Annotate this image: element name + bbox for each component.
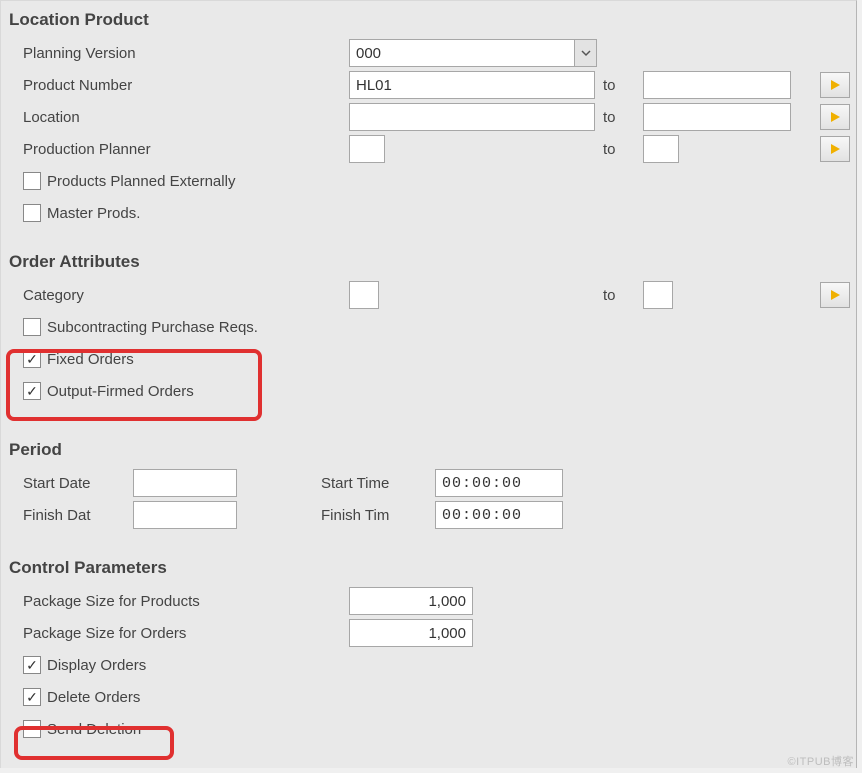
master-prods-checkbox[interactable]: ✓ — [23, 204, 41, 222]
row-product-number: Product Number to — [9, 70, 850, 100]
production-planner-from-input[interactable] — [349, 135, 385, 163]
products-external-label: Products Planned Externally — [47, 173, 235, 190]
category-from-input[interactable] — [349, 281, 379, 309]
location-multiselect-button[interactable] — [820, 104, 850, 130]
label-planning-version: Planning Version — [9, 45, 349, 62]
row-finish-date: Finish Dat Finish Tim — [9, 500, 850, 530]
fixed-orders-label: Fixed Orders — [47, 351, 134, 368]
arrow-right-icon — [831, 144, 840, 154]
output-firmed-label: Output-Firmed Orders — [47, 383, 194, 400]
arrow-right-icon — [831, 290, 840, 300]
row-pkg-products: Package Size for Products — [9, 586, 850, 616]
label-pkg-orders: Package Size for Orders — [9, 625, 349, 642]
row-delete-orders: ✓ Delete Orders — [9, 682, 850, 712]
section-title-period: Period — [9, 440, 850, 460]
row-products-external: ✓ Products Planned Externally — [9, 166, 850, 196]
row-fixed-orders: ✓ Fixed Orders — [9, 344, 850, 374]
row-start-date: Start Date Start Time — [9, 468, 850, 498]
send-deletion-checkbox[interactable]: ✓ — [23, 720, 41, 738]
row-production-planner: Production Planner to — [9, 134, 850, 164]
start-time-input[interactable] — [435, 469, 563, 497]
label-pkg-products: Package Size for Products — [9, 593, 349, 610]
to-label: to — [595, 77, 643, 94]
row-category: Category to — [9, 280, 850, 310]
to-label: to — [595, 109, 643, 126]
to-label: to — [595, 287, 643, 304]
master-prods-label: Master Prods. — [47, 205, 140, 222]
display-orders-checkbox[interactable]: ✓ — [23, 656, 41, 674]
finish-date-input[interactable] — [133, 501, 237, 529]
section-title-order-attributes: Order Attributes — [9, 252, 850, 272]
display-orders-label: Display Orders — [47, 657, 146, 674]
label-start-time: Start Time — [321, 475, 435, 492]
label-finish-time: Finish Tim — [321, 507, 435, 524]
label-start-date: Start Date — [9, 475, 133, 492]
delete-orders-checkbox[interactable]: ✓ — [23, 688, 41, 706]
section-title-location-product: Location Product — [9, 10, 850, 30]
product-number-from-input[interactable] — [349, 71, 595, 99]
planning-version-input[interactable] — [349, 39, 575, 67]
pkg-products-input[interactable] — [349, 587, 473, 615]
row-pkg-orders: Package Size for Orders — [9, 618, 850, 648]
fixed-orders-checkbox[interactable]: ✓ — [23, 350, 41, 368]
label-production-planner: Production Planner — [9, 141, 349, 158]
category-to-input[interactable] — [643, 281, 673, 309]
pkg-orders-input[interactable] — [349, 619, 473, 647]
row-output-firmed: ✓ Output-Firmed Orders — [9, 376, 850, 406]
selection-screen: Location Product Planning Version Produc… — [0, 0, 857, 768]
subcontracting-checkbox[interactable]: ✓ — [23, 318, 41, 336]
label-category: Category — [9, 287, 349, 304]
row-planning-version: Planning Version — [9, 38, 850, 68]
products-external-checkbox[interactable]: ✓ — [23, 172, 41, 190]
start-date-input[interactable] — [133, 469, 237, 497]
row-location: Location to — [9, 102, 850, 132]
arrow-right-icon — [831, 80, 840, 90]
chevron-down-icon — [581, 45, 591, 62]
subcontracting-label: Subcontracting Purchase Reqs. — [47, 319, 258, 336]
row-display-orders: ✓ Display Orders — [9, 650, 850, 680]
product-number-to-input[interactable] — [643, 71, 791, 99]
row-master-prods: ✓ Master Prods. — [9, 198, 850, 228]
arrow-right-icon — [831, 112, 840, 122]
to-label: to — [595, 141, 643, 158]
location-to-input[interactable] — [643, 103, 791, 131]
send-deletion-label: Send Deletion — [47, 721, 141, 738]
label-product-number: Product Number — [9, 77, 349, 94]
section-title-control: Control Parameters — [9, 558, 850, 578]
production-planner-multiselect-button[interactable] — [820, 136, 850, 162]
watermark: ©ITPUB博客 — [788, 753, 855, 769]
product-number-multiselect-button[interactable] — [820, 72, 850, 98]
row-send-deletion: ✓ Send Deletion — [9, 714, 850, 744]
label-finish-date: Finish Dat — [9, 507, 133, 524]
category-multiselect-button[interactable] — [820, 282, 850, 308]
finish-time-input[interactable] — [435, 501, 563, 529]
label-location: Location — [9, 109, 349, 126]
location-from-input[interactable] — [349, 103, 595, 131]
planning-version-dropdown-button[interactable] — [575, 39, 597, 67]
output-firmed-checkbox[interactable]: ✓ — [23, 382, 41, 400]
production-planner-to-input[interactable] — [643, 135, 679, 163]
row-subcontracting: ✓ Subcontracting Purchase Reqs. — [9, 312, 850, 342]
delete-orders-label: Delete Orders — [47, 689, 140, 706]
